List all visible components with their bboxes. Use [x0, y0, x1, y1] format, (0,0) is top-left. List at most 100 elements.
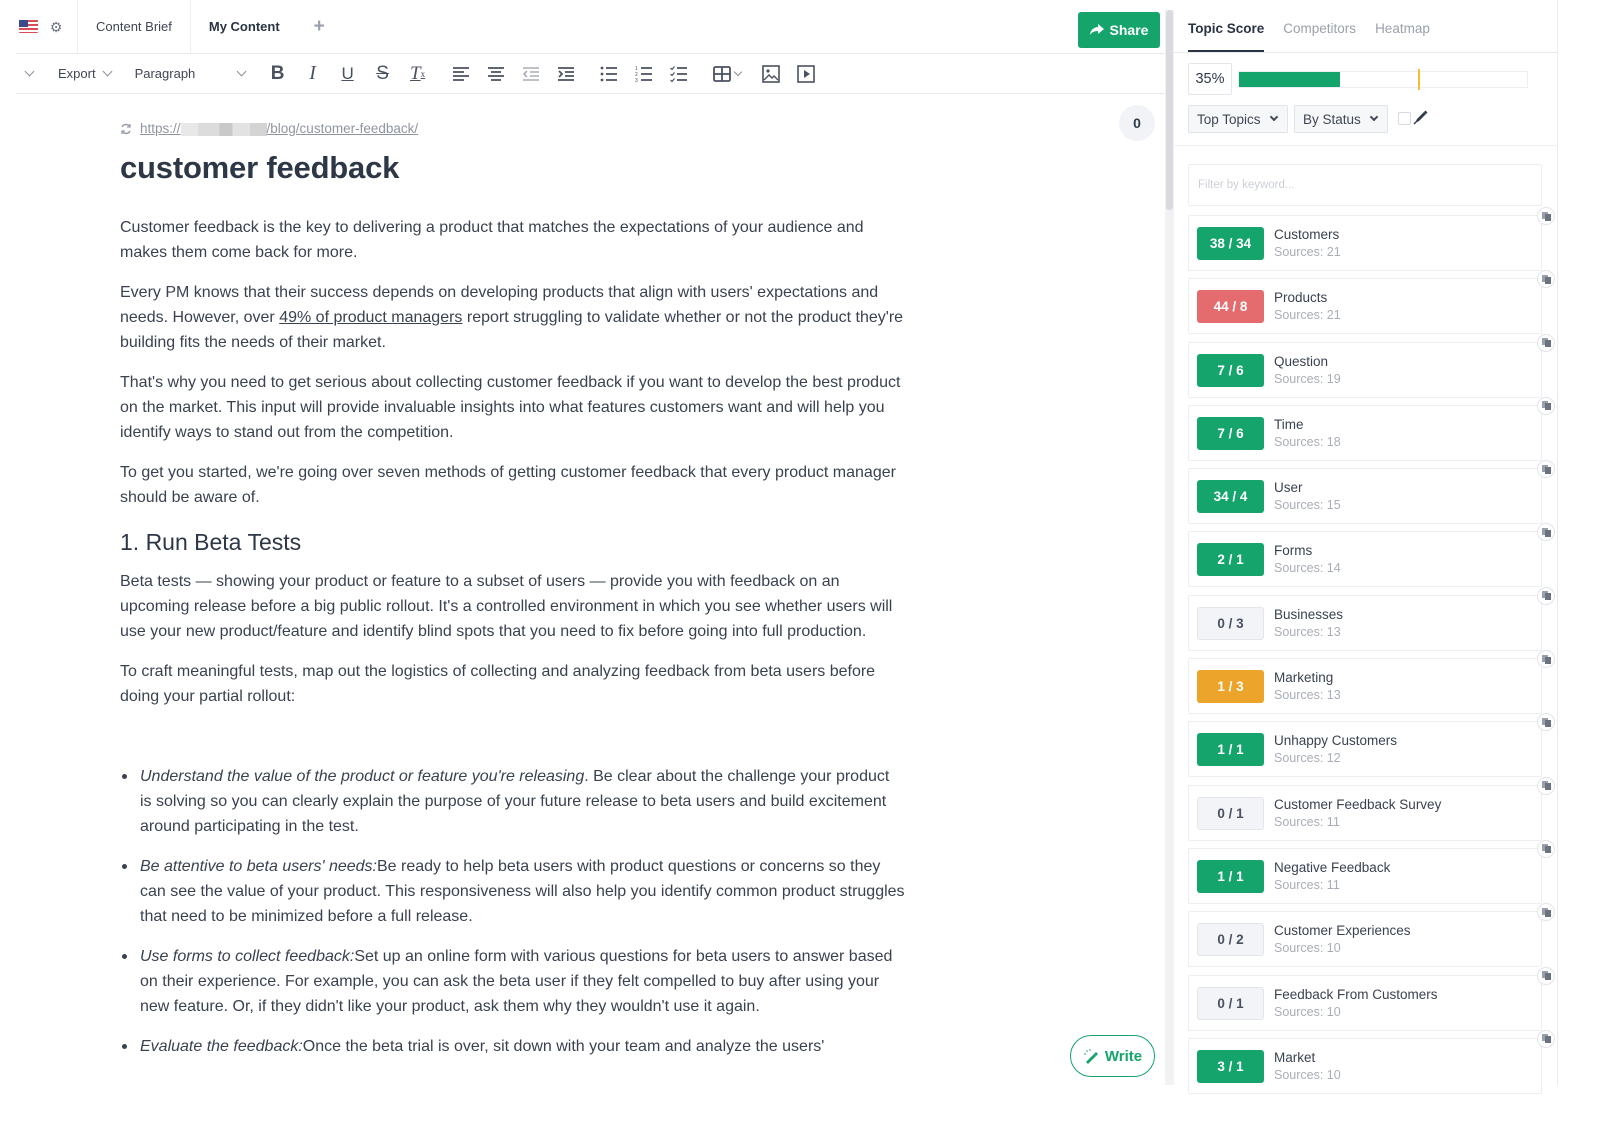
product-managers-link[interactable]: 49% of product managers: [279, 309, 462, 326]
export-dropdown[interactable]: Export: [58, 66, 113, 81]
topic-item[interactable]: 34 / 4 User Sources: 15: [1188, 460, 1555, 525]
paragraph: To get you started, we're going over sev…: [120, 464, 896, 506]
share-button[interactable]: Share: [1078, 12, 1160, 48]
source-url-link[interactable]: https:// /blog/customer-feedback/: [140, 121, 418, 136]
copy-icon[interactable]: [1537, 776, 1555, 795]
editor-scrollbar[interactable]: [1165, 10, 1174, 1085]
align-center-icon[interactable]: [483, 61, 509, 87]
list-item: Understand the value of the product or f…: [122, 764, 905, 839]
topic-name: Unhappy Customers: [1274, 733, 1398, 749]
topic-score-badge: 34 / 4: [1197, 480, 1264, 514]
viewport-cutoff: [0, 1080, 1170, 1130]
word-counter-badge[interactable]: 0: [1119, 105, 1155, 141]
paragraph: To craft meaningful tests, map out the l…: [120, 663, 876, 705]
tab-my-content[interactable]: My Content: [191, 0, 298, 54]
chevron-down-icon[interactable]: [20, 66, 38, 77]
redacted-domain: [180, 122, 267, 136]
copy-icon[interactable]: [1537, 396, 1555, 415]
image-icon[interactable]: [758, 61, 784, 87]
url-prefix: https://: [140, 121, 181, 136]
plus-icon[interactable]: +: [314, 16, 325, 38]
topic-item[interactable]: 1 / 1 Negative Feedback Sources: 11: [1188, 839, 1555, 904]
topic-list: 38 / 34 Customers Sources: 21 44 / 8 Product…: [1188, 207, 1560, 1101]
bullet-list: Understand the value of the product or f…: [120, 764, 905, 1059]
gear-icon[interactable]: ⚙: [49, 20, 63, 34]
editor-area: ⚙ Content Brief My Content + Share Expor…: [0, 0, 1170, 1130]
chevron-down-icon: [102, 66, 113, 77]
copy-icon[interactable]: [1537, 207, 1555, 225]
table-icon[interactable]: [709, 61, 745, 87]
copy-icon[interactable]: [1537, 966, 1555, 985]
topic-item[interactable]: 44 / 8 Products Sources: 21: [1188, 270, 1555, 335]
highlight-checkbox[interactable]: [1398, 112, 1411, 125]
topic-name: Feedback From Customers: [1274, 986, 1438, 1002]
topic-item[interactable]: 3 / 1 Market Sources: 10: [1188, 1029, 1555, 1094]
topic-item[interactable]: 38 / 34 Customers Sources: 21: [1188, 207, 1555, 271]
copy-icon[interactable]: [1537, 586, 1555, 605]
document-body[interactable]: Customer feedback is the key to deliveri…: [120, 215, 905, 1074]
paragraph: Every PM knows that their success depend…: [120, 280, 905, 355]
list-item-text: Once the beta trial is over, sit down wi…: [302, 1038, 825, 1055]
document-title[interactable]: customer feedback: [120, 150, 399, 186]
topic-item[interactable]: 0 / 2 Customer Experiences Sources: 10: [1188, 903, 1555, 968]
topic-score-badge: 0 / 1: [1197, 796, 1264, 830]
topic-sources: Sources: 11: [1274, 814, 1340, 829]
outdent-icon[interactable]: [518, 61, 544, 87]
top-topics-label: Top Topics: [1197, 111, 1261, 127]
copy-icon[interactable]: [1537, 713, 1555, 732]
align-left-icon[interactable]: [448, 61, 474, 87]
block-format-select[interactable]: Paragraph: [135, 66, 247, 81]
refresh-icon[interactable]: [120, 123, 132, 135]
copy-icon[interactable]: [1537, 460, 1555, 479]
tab-heatmap[interactable]: Heatmap: [1375, 0, 1430, 52]
topic-item[interactable]: 0 / 1 Customer Feedback Survey Sources: 11: [1188, 776, 1555, 841]
topic-sources: Sources: 13: [1274, 624, 1341, 639]
topic-score-badge: 7 / 6: [1197, 416, 1264, 450]
strikethrough-icon[interactable]: S: [370, 61, 396, 87]
video-icon[interactable]: [793, 61, 819, 87]
copy-icon[interactable]: [1537, 839, 1555, 858]
tab-content-brief[interactable]: Content Brief: [77, 0, 191, 54]
topic-item[interactable]: 2 / 1 Forms Sources: 14: [1188, 523, 1555, 588]
copy-icon[interactable]: [1537, 270, 1555, 289]
highlighter-icon[interactable]: [1413, 109, 1429, 125]
topic-score-badge: 1 / 3: [1197, 670, 1264, 704]
chevron-down-icon: [1269, 112, 1279, 122]
write-button[interactable]: Write: [1070, 1035, 1155, 1077]
underline-icon[interactable]: U: [335, 61, 361, 87]
score-target-marker: [1417, 69, 1420, 90]
tab-label: My Content: [208, 19, 280, 34]
copy-icon[interactable]: [1537, 523, 1555, 542]
keyword-filter-input[interactable]: [1188, 164, 1542, 206]
topic-item[interactable]: 0 / 1 Feedback From Customers Sources: 10: [1188, 966, 1555, 1031]
section-heading: 1. Run Beta Tests: [120, 529, 302, 555]
tab-competitors[interactable]: Competitors: [1283, 0, 1356, 52]
scrollbar-thumb[interactable]: [1166, 10, 1173, 210]
write-label: Write: [1104, 1047, 1143, 1065]
topic-item[interactable]: 1 / 3 Marketing Sources: 13: [1188, 650, 1555, 715]
topic-item[interactable]: 1 / 1 Unhappy Customers Sources: 12: [1188, 713, 1555, 778]
us-flag-icon[interactable]: [19, 20, 38, 33]
copy-icon[interactable]: [1537, 333, 1555, 352]
chevron-down-icon: [236, 66, 247, 77]
copy-icon[interactable]: [1537, 903, 1555, 922]
copy-icon[interactable]: [1537, 650, 1555, 669]
panel-tabs: Topic Score Competitors Heatmap: [1174, 0, 1558, 53]
document-tab-bar: ⚙ Content Brief My Content +: [16, 0, 1166, 54]
topic-item[interactable]: 0 / 3 Businesses Sources: 13: [1188, 586, 1555, 651]
indent-icon[interactable]: [553, 61, 579, 87]
topic-item[interactable]: 7 / 6 Question Sources: 19: [1188, 333, 1555, 398]
top-topics-dropdown[interactable]: Top Topics: [1188, 105, 1288, 133]
bullet-list-icon[interactable]: [596, 61, 622, 87]
copy-icon[interactable]: [1537, 1029, 1555, 1048]
topic-item[interactable]: 7 / 6 Time Sources: 18: [1188, 396, 1555, 461]
topic-name: Customer Experiences: [1274, 923, 1411, 939]
clear-format-icon[interactable]: Tx: [405, 61, 431, 87]
numbered-list-icon[interactable]: 123: [631, 61, 657, 87]
checklist-icon[interactable]: [666, 61, 692, 87]
export-label: Export: [58, 66, 96, 81]
tab-topic-score[interactable]: Topic Score: [1188, 0, 1265, 52]
by-status-dropdown[interactable]: By Status: [1294, 105, 1388, 133]
italic-icon[interactable]: I: [300, 61, 326, 87]
bold-icon[interactable]: B: [265, 61, 291, 87]
